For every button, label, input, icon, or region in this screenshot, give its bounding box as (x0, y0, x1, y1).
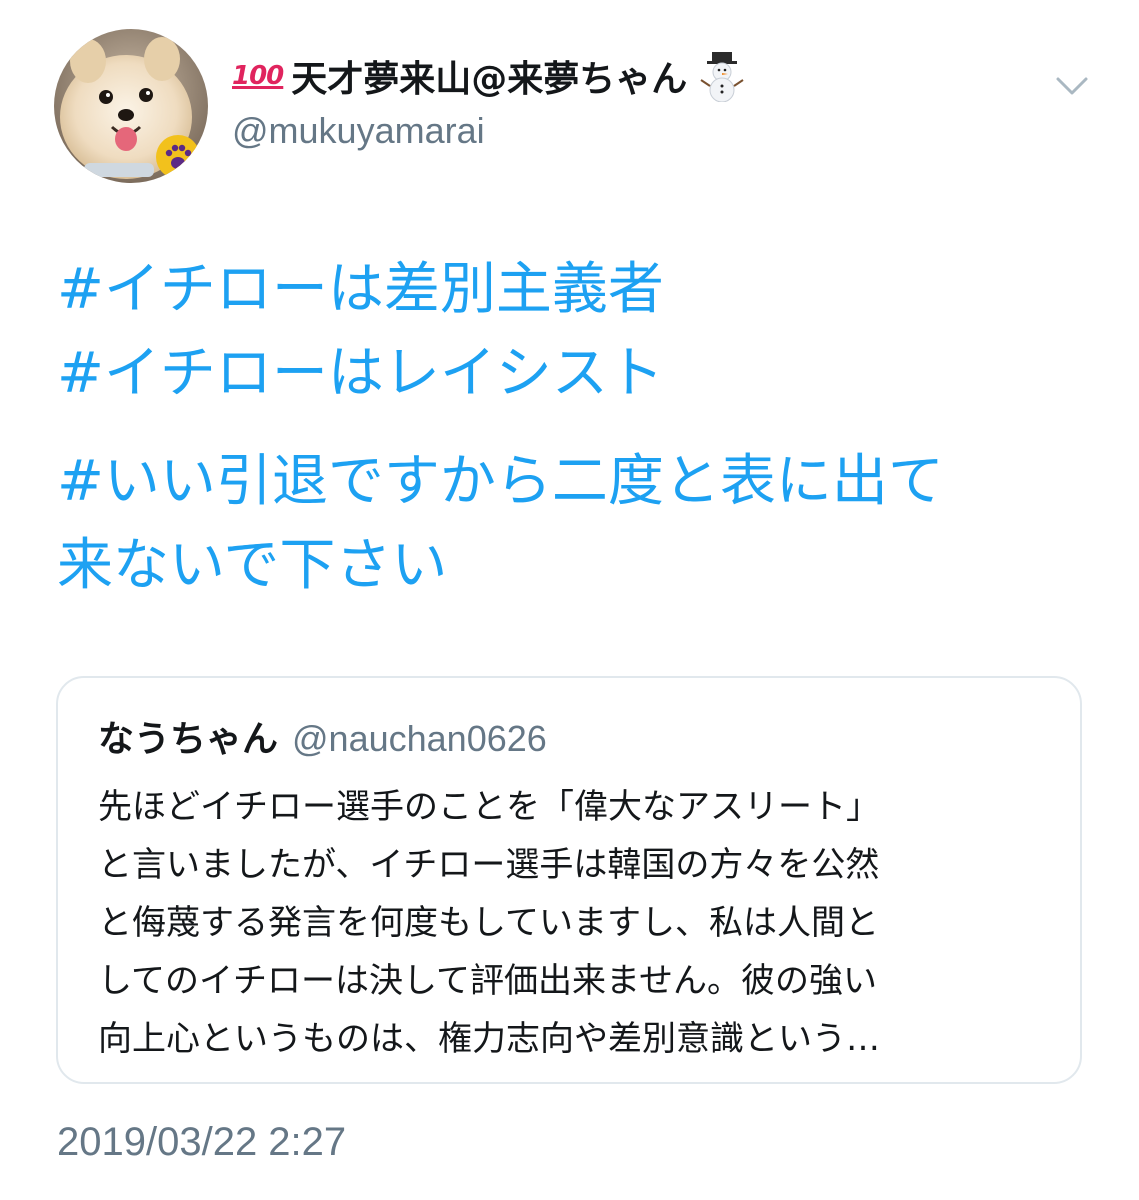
quoted-tweet-header: なうちゃん @nauchan0626 (98, 710, 547, 762)
quoted-text-line: と侮蔑する発言を何度もしていますし、私は人間と (98, 903, 879, 943)
chevron-down-icon[interactable] (1052, 70, 1092, 100)
avatar[interactable] (54, 29, 208, 183)
author-name-row[interactable]: 100 天才夢来山@来夢ちゃん (232, 48, 745, 104)
tweet-text: #イチローは差別主義者 #イチローはレイシスト #いい引退ですから二度と表に出て… (57, 248, 1097, 608)
tweet-timestamp[interactable]: 2019/03/22 2:27 (57, 1120, 346, 1165)
pomeranian-dog-avatar-image (54, 29, 208, 183)
hundred-points-icon: 100 (232, 61, 284, 91)
author-display-name[interactable]: 天才夢来山@来夢ちゃん (291, 50, 687, 102)
hashtag-link[interactable]: #イチローはレイシスト (57, 332, 1097, 416)
quoted-tweet-text: 先ほどイチロー選手のことを「偉大なアスリート」 と言いましたが、イチロー選手は韓… (98, 778, 1058, 1068)
quoted-text-line: してのイチローは決して評価出来ません。彼の強い (98, 961, 877, 1001)
quoted-tweet-card[interactable]: なうちゃん @nauchan0626 先ほどイチロー選手のことを「偉大なアスリート… (56, 676, 1082, 1084)
snowman-icon (700, 52, 744, 102)
hashtag-link[interactable]: #イチローは差別主義者 (57, 248, 1097, 332)
hashtag-link[interactable]: #いい引退ですから二度と表に出て (57, 440, 1097, 524)
author-handle[interactable]: @mukuyamarai (232, 110, 485, 152)
quoted-author-handle: @nauchan0626 (292, 718, 547, 759)
hashtag-link-continued[interactable]: 来ないで下さい (57, 524, 1097, 608)
quoted-text-line: 先ほどイチロー選手のことを「偉大なアスリート」 (98, 787, 880, 827)
quoted-author-name: なうちゃん (98, 719, 279, 760)
quoted-text-line: 向上心というものは、権力志向や差別意識という… (98, 1019, 880, 1059)
quoted-text-line: と言いましたが、イチロー選手は韓国の方々を公然 (98, 845, 880, 885)
